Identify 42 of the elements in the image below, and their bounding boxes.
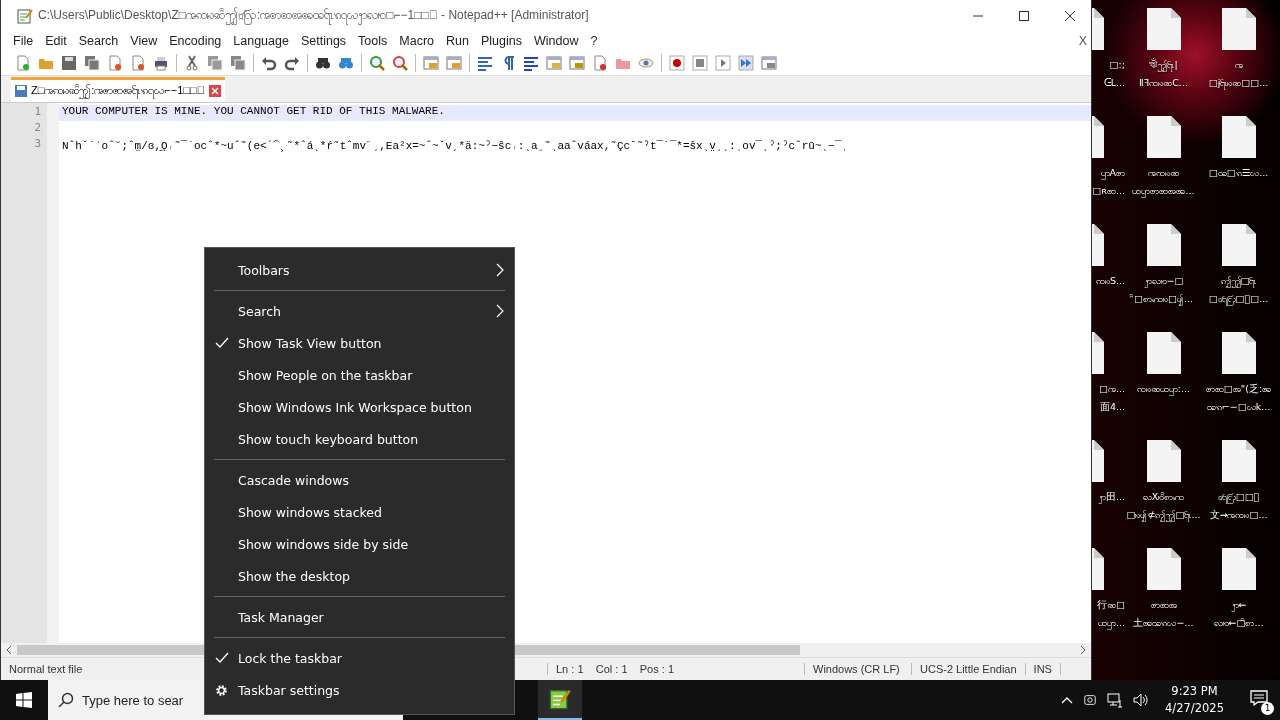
file-name: ꩤꩥ... — [1096, 616, 1126, 632]
file-name: 行ꩣ□ — [1096, 598, 1126, 612]
code-line: Nˆhˇ˙ˈoˆ˘;ˆm̤/ɞ,̱Ǫ˓˜¯˙ocˆ*~uˆ˜(e<ˊ⁀¸˜*ˆáˎ*ŕ˜tˆmv˝ˏ,Ea²x=~ˆ~ˇvˏ*ä:~ˀ−ŝc˒:ˎaˏ˜ˎaaˆváax,˜Çcˉ˜ˀt¯˙¯*=šxˎv̤ˏˏ:ˌov¯ˎˀ;ˀcˆrū~ˎ−¯ˌ — [62, 140, 848, 152]
file-name: □ɉ꩷ꩢꩣ□□... — [1207, 76, 1270, 92]
file-name: □ꩠ... — [1097, 382, 1126, 396]
status-text: INS — [1025, 663, 1061, 675]
file-name: ꩠ — [1233, 58, 1244, 72]
file-name: ꩦꩧ□ꩨ"(乏:ꩩ — [1204, 382, 1273, 396]
file-name: 文→ꩠꩡꩢ□... — [1208, 508, 1269, 522]
file-name: ꩡꩢS... — [1094, 274, 1126, 288]
file-name: ᕮL... — [1102, 76, 1126, 90]
file-name: ꩸꩹ꩺ□□ꩻ — [1216, 490, 1261, 506]
file-name: ꩮXꩯꩰꩱꩲ — [1141, 490, 1186, 504]
status-text: Ln : 1 Col : 1 Pos : 1 — [548, 663, 805, 675]
file-name: ꩦꩧꩨ — [1149, 598, 1178, 612]
status-text: UCS-2 Little Endian — [912, 663, 1026, 675]
file-name: ꩤꩥꩦꩧꩨꩩ... — [1131, 184, 1196, 200]
file-name: ꩥAꩦ — [1099, 166, 1126, 182]
file-name: ꩠꩡꩢꩣ — [1147, 166, 1180, 180]
file-name: □:; — [1108, 58, 1126, 72]
file-name: □ʀꩧ... — [1092, 184, 1126, 198]
file-name: □ꩪ□ꩫ☰ꩬ... — [1207, 166, 1270, 180]
file-name: ꩵꩶ□꩷ — [1219, 274, 1258, 290]
file-name: ꩪꩫ⌐−□ꩬk... — [1205, 400, 1272, 414]
line-number: 2 — [33, 121, 42, 136]
file-name: ꩭ← — [1229, 598, 1248, 614]
file-name: ꩡꩢꩣꩤꩥ:... — [1135, 382, 1192, 398]
file-name: ⅡꟻꩡꩢꩣC... — [1138, 76, 1189, 90]
window-title: C:\Users\Public\Desktop\Z□ꩠꩡꩢꩣꩰꩶ꩸ꩺ:ꩠꩦꩧꩨꩩꩪ꩷ꩫ꩹ꩬꩭꩮꩯ□⌐−1□□ꩻ - Notepad++ [Administrator] — [38, 6, 589, 25]
file-name: 面4... — [1098, 400, 1126, 414]
file-name: □ꩳꩴ⊄ꩵꩶ□꩷... — [1126, 508, 1201, 524]
code-line: YOUR COMPUTER IS MINE. YOU CANNOT GET RID OF THIS MALWARE. — [62, 105, 445, 117]
line-number: 1 — [33, 105, 42, 120]
notification-count: 1 — [1261, 702, 1274, 715]
file-name: 土ꩩꩪꩫꩬ−... — [1132, 616, 1195, 630]
file-name: □꩸꩹ꩺ□ꩻ□... — [1207, 292, 1270, 308]
file-name: ꩮꩯ←□ꩰꩱ... — [1212, 616, 1265, 630]
line-number: 3 — [33, 137, 42, 152]
file-name: ঋঁꩶ꩷| — [1148, 57, 1179, 74]
file-name: ꩭꩮꩯ−□ — [1142, 274, 1185, 290]
file-name: ꩭ田... — [1096, 490, 1126, 506]
status-text: Windows (CR LF) — [805, 663, 912, 675]
